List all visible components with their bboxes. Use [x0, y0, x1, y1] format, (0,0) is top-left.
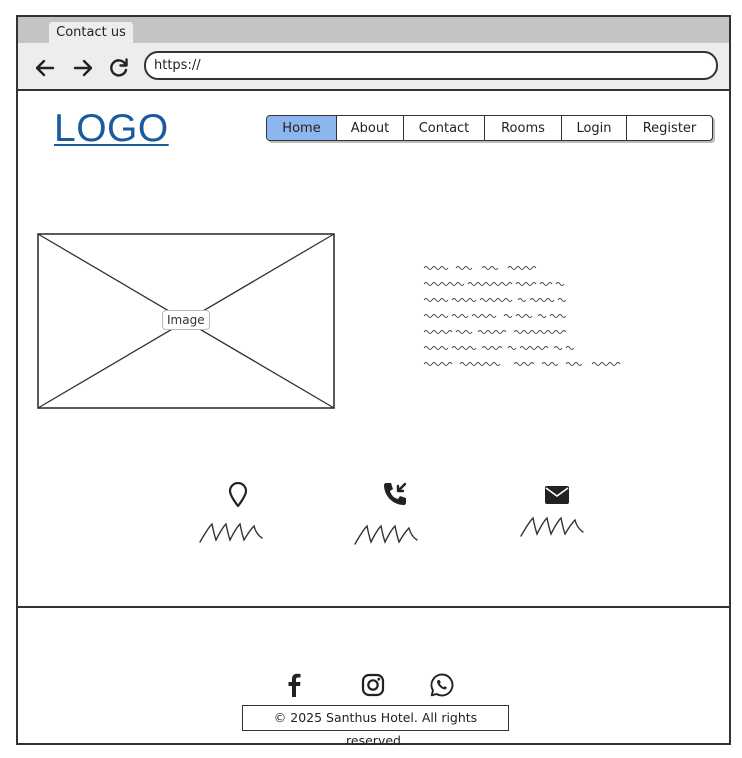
- browser-window: Contact us https:// LOGO Home About Cont…: [16, 15, 731, 748]
- nav-item-home[interactable]: Home: [267, 116, 337, 140]
- email-text-scribble: [520, 516, 584, 537]
- tab-strip: Contact us: [18, 17, 729, 44]
- nav-item-register[interactable]: Register: [627, 116, 712, 140]
- main-nav: Home About Contact Rooms Login Register: [266, 115, 713, 141]
- nav-item-login[interactable]: Login: [562, 116, 627, 140]
- nav-item-rooms[interactable]: Rooms: [485, 116, 562, 140]
- whatsapp-icon[interactable]: [429, 672, 455, 698]
- email-envelope-icon: [545, 486, 569, 504]
- phone-call-icon: [384, 482, 407, 505]
- url-bar[interactable]: https://: [144, 51, 718, 80]
- forward-arrow-icon[interactable]: [72, 57, 94, 79]
- browser-tab[interactable]: Contact us: [49, 22, 133, 44]
- location-pin-icon: [228, 482, 248, 508]
- back-arrow-icon[interactable]: [34, 57, 56, 79]
- image-placeholder-label: Image: [162, 310, 210, 330]
- instagram-icon[interactable]: [360, 672, 386, 698]
- logo[interactable]: LOGO: [54, 107, 169, 151]
- nav-item-about[interactable]: About: [337, 116, 404, 140]
- phone-text-scribble: [354, 524, 418, 545]
- copyright-text: © 2025 Santhus Hotel. All rights reserve…: [242, 705, 509, 748]
- address-text-scribble: [199, 522, 263, 543]
- reload-icon[interactable]: [108, 57, 130, 79]
- text-placeholder-scribble: [423, 266, 621, 366]
- footer-divider: [18, 606, 729, 608]
- browser-chrome: Contact us https://: [18, 17, 729, 91]
- facebook-icon[interactable]: [281, 672, 307, 698]
- nav-item-contact[interactable]: Contact: [404, 116, 485, 140]
